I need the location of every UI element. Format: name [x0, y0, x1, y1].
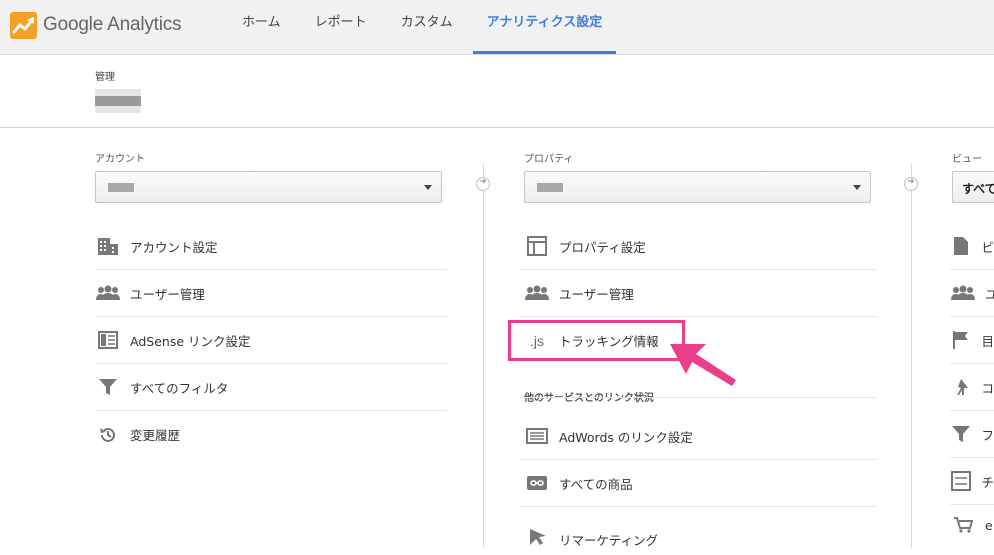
brand-name-sub: Analytics	[107, 14, 182, 35]
channel-icon	[951, 469, 972, 493]
view-settings-item[interactable]: ビ	[950, 223, 994, 270]
nav-custom[interactable]: カスタム	[387, 0, 467, 54]
arrow-right-icon	[476, 177, 490, 191]
flag-icon	[951, 328, 971, 352]
analytics-logo-icon	[10, 11, 37, 39]
view-user-item[interactable]: ユ	[950, 270, 994, 317]
all-products-label: すべての商品	[559, 476, 633, 492]
change-history-item[interactable]: 変更履歴	[95, 411, 447, 458]
view-column-label: ビュー	[952, 154, 982, 165]
account-settings-label: アカウント設定	[130, 239, 218, 255]
view-channel-item[interactable]: チ	[950, 458, 994, 505]
cart-icon	[951, 513, 975, 537]
account-user-management-label: ユーザー管理	[130, 286, 205, 302]
nav-reports[interactable]: レポート	[301, 0, 381, 54]
nav-home[interactable]: ホーム	[228, 0, 295, 54]
property-user-management-item[interactable]: ユーザー管理	[519, 270, 876, 317]
remarketing-item[interactable]: リマーケティング	[519, 525, 876, 555]
property-settings-item[interactable]: プロパティ設定	[519, 223, 876, 270]
view-item-label: フ	[981, 427, 994, 443]
users-icon	[951, 281, 975, 305]
account-select[interactable]	[95, 171, 442, 203]
main-nav: ホーム レポート カスタム アナリティクス設定	[228, 0, 622, 54]
view-goals-item[interactable]: 目	[950, 317, 994, 364]
adwords-link-item[interactable]: AdWords のリンク設定	[519, 413, 876, 460]
document-icon	[951, 234, 971, 258]
all-filters-label: すべてのフィルタ	[130, 380, 229, 396]
view-item-label: ユ	[985, 284, 994, 303]
account-select-value-blurred	[108, 183, 134, 192]
property-select[interactable]	[524, 171, 871, 203]
all-filters-item[interactable]: すべてのフィルタ	[95, 364, 447, 411]
view-select-value: すべて	[962, 182, 994, 196]
column-divider	[483, 163, 484, 548]
view-content-grouping-item[interactable]: コ	[950, 364, 994, 411]
link-icon	[525, 471, 549, 495]
history-icon	[96, 423, 120, 447]
adsense-link-label: AdSense リンク設定	[130, 333, 251, 349]
building-icon	[96, 234, 120, 258]
property-select-value-blurred	[537, 183, 563, 192]
brand-name-main: Google	[43, 14, 104, 35]
change-history-label: 変更履歴	[130, 428, 181, 443]
filter-icon	[96, 375, 120, 399]
tracking-info-highlight-box	[508, 320, 685, 361]
view-item-label: 目	[981, 333, 994, 349]
view-item-label: e	[985, 517, 993, 533]
adwords-icon	[525, 424, 549, 448]
account-settings-item[interactable]: アカウント設定	[95, 223, 447, 270]
users-icon	[96, 281, 120, 305]
view-select[interactable]: すべて	[952, 171, 994, 203]
adsense-link-item[interactable]: AdSense リンク設定	[95, 317, 447, 364]
chevron-down-icon	[853, 185, 861, 190]
annotation-arrow-icon	[670, 344, 736, 386]
view-item-label: コ	[981, 380, 994, 396]
arrow-right-icon	[904, 177, 918, 191]
admin-account-name-blurred	[95, 89, 141, 113]
top-bar: Google Analytics ホーム レポート カスタム アナリティクス設定	[0, 0, 994, 55]
google-analytics-logo[interactable]: Google Analytics	[10, 10, 182, 40]
section-divider	[519, 397, 876, 398]
view-ecommerce-item[interactable]: e	[950, 505, 994, 545]
view-filters-item[interactable]: フ	[950, 411, 994, 458]
admin-header: 管理	[0, 55, 994, 128]
window-icon	[525, 234, 549, 258]
grouping-icon	[951, 375, 971, 399]
column-divider	[911, 163, 912, 548]
view-item-label: ビ	[981, 239, 994, 255]
filter-icon	[951, 422, 971, 446]
remarketing-label: リマーケティング	[559, 533, 659, 548]
view-item-label: チ	[981, 474, 994, 490]
remarketing-icon	[525, 525, 549, 549]
property-column-label: プロパティ	[524, 154, 574, 165]
chevron-down-icon	[424, 185, 432, 190]
property-settings-label: プロパティ設定	[559, 239, 646, 255]
property-user-management-label: ユーザー管理	[559, 286, 634, 302]
adwords-link-label: AdWords のリンク設定	[559, 429, 693, 445]
adsense-icon	[96, 328, 120, 352]
admin-label: 管理	[95, 72, 115, 83]
nav-admin[interactable]: アナリティクス設定	[472, 0, 617, 54]
account-user-management-item[interactable]: ユーザー管理	[95, 270, 447, 317]
all-products-item[interactable]: すべての商品	[519, 460, 876, 507]
users-icon	[525, 281, 549, 305]
account-column-label: アカウント	[95, 154, 145, 165]
